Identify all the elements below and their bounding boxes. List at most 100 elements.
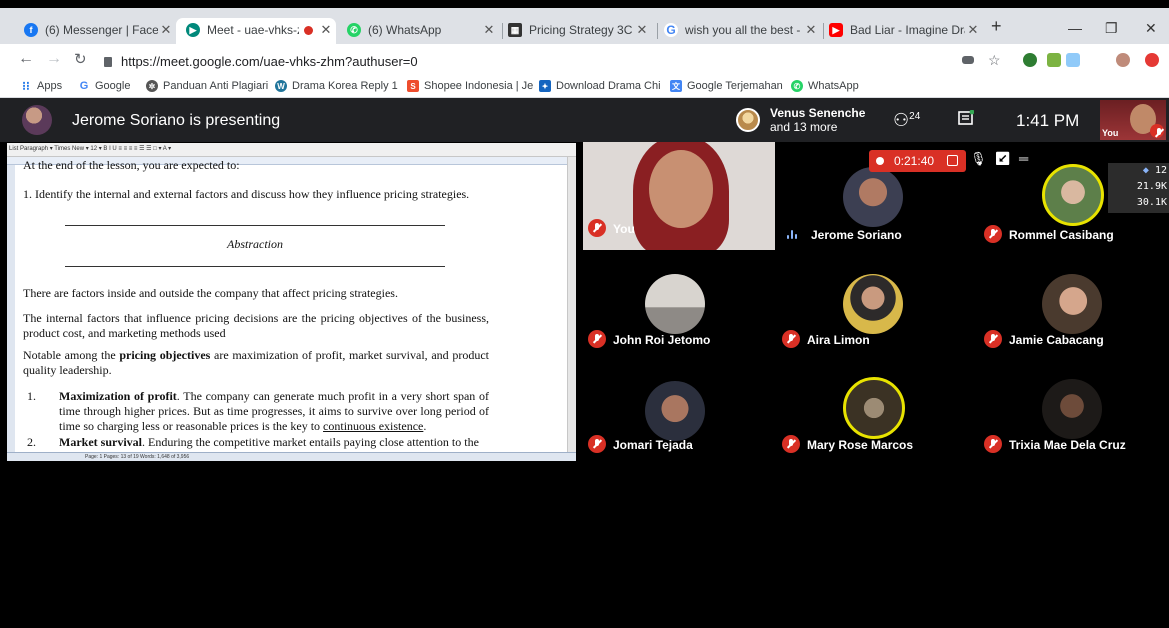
bookmark-google[interactable]: G Google xyxy=(78,80,130,92)
self-view-thumbnail[interactable]: You xyxy=(1100,100,1166,140)
docs-extension-icon[interactable] xyxy=(1066,53,1080,67)
minimize-icon[interactable]: — xyxy=(1068,20,1082,36)
record-dot-icon xyxy=(876,157,884,165)
close-tab-icon[interactable]: ✕ xyxy=(965,22,981,38)
tab-whatsapp[interactable]: ✆ (6) WhatsApp ✕ xyxy=(347,19,497,41)
participant-tile-john[interactable]: John Roi Jetomo xyxy=(583,250,771,355)
participant-name: Aira Limon xyxy=(807,333,870,347)
participant-name: Jomari Tejada xyxy=(613,438,693,452)
text-run-bold: pricing objectives xyxy=(119,348,211,362)
presenter-avatar xyxy=(22,105,52,135)
tab-title: Pricing Strategy 3C 3C xyxy=(529,23,634,37)
browser-toolbar: ← → ↻ https://meet.google.com/uae-vhks-z… xyxy=(0,44,1169,76)
muted-mic-icon xyxy=(782,330,800,348)
participant-name: Mary Rose Marcos xyxy=(807,438,914,452)
doc-section-heading: Abstraction xyxy=(227,237,283,251)
bookmark-plagiarism[interactable]: ✲ Panduan Anti Plagiari xyxy=(146,80,268,92)
extension-icon[interactable] xyxy=(1023,53,1037,67)
recording-timer: 0:21:40 xyxy=(894,154,935,168)
participant-tile-trixia[interactable]: Trixia Mae Dela Cruz xyxy=(979,355,1167,460)
text-run: . Enduring the competitive market entail… xyxy=(142,435,479,449)
facebook-icon: f xyxy=(24,23,38,37)
bookmark-download-drama[interactable]: ✦ Download Drama Chi xyxy=(539,80,661,92)
speaking-indicator-icon xyxy=(787,229,799,239)
people-button[interactable]: ⚇24 xyxy=(893,110,920,131)
back-icon[interactable]: ← xyxy=(18,50,34,68)
star-icon[interactable]: ☆ xyxy=(988,52,1001,69)
others-count: and 13 more xyxy=(770,120,838,134)
close-tab-icon[interactable]: ✕ xyxy=(481,22,497,38)
muted-mic-icon xyxy=(588,435,606,453)
bookmark-shopee[interactable]: S Shopee Indonesia | Je xyxy=(407,80,533,92)
bookmark-label: Shopee Indonesia | Je xyxy=(424,80,534,92)
doc-line-top: At the end of the lesson, you are expect… xyxy=(23,158,240,172)
close-tab-icon[interactable]: ✕ xyxy=(634,22,650,38)
participant-avatar xyxy=(843,377,905,439)
meet-header-bar: Jerome Soriano is presenting Venus Senen… xyxy=(0,98,1169,142)
tab-title: Meet - uae-vhks-z xyxy=(207,23,299,37)
document-page: At the end of the lesson, you are expect… xyxy=(23,158,563,452)
participant-name: Rommel Casibang xyxy=(1009,228,1114,242)
bookmark-label: Google xyxy=(95,80,131,92)
net-stat-value: 30.1K xyxy=(1136,197,1167,208)
recording-indicator[interactable]: 0:21:40 xyxy=(869,150,966,172)
network-stats-overlay: ◆ 12 21.9K 30.1K xyxy=(1108,163,1169,213)
collapse-arrow-icon[interactable]: ↙ xyxy=(995,151,1020,166)
text-run: Notable among the xyxy=(23,348,120,362)
restore-icon[interactable]: ❐ xyxy=(1105,20,1118,37)
tab-title: Bad Liar - Imagine Drag xyxy=(850,23,965,37)
participant-tile-aira[interactable]: Aira Limon xyxy=(777,250,965,355)
google-icon: G xyxy=(78,80,90,92)
drama-icon: ✦ xyxy=(539,80,551,92)
recording-tools: 🎙↙═ xyxy=(970,151,1036,167)
tab-meet[interactable]: ▶ Meet - uae-vhks-z ✕ xyxy=(186,19,334,41)
net-stat-value: 21.9K xyxy=(1136,181,1167,192)
muted-mic-icon xyxy=(984,330,1002,348)
tab-google-search[interactable]: G wish you all the best - ✕ xyxy=(664,19,819,41)
muted-mic-icon xyxy=(782,435,800,453)
address-bar[interactable]: https://meet.google.com/uae-vhks-zhm?aut… xyxy=(104,50,418,72)
bookmark-apps[interactable]: ⁝⁝ Apps xyxy=(20,79,63,93)
doc-paragraph-2: The internal factors that influence pric… xyxy=(23,311,489,340)
participant-name: Jamie Cabacang xyxy=(1009,333,1104,347)
participant-tile-mary-rose[interactable]: Mary Rose Marcos xyxy=(777,355,965,460)
doc-objective: 1. Identify the internal and external fa… xyxy=(23,187,470,201)
participant-tile-jomari[interactable]: Jomari Tejada xyxy=(583,355,771,460)
chat-icon[interactable] xyxy=(958,110,974,126)
extension-badge-icon[interactable] xyxy=(1047,53,1061,67)
close-tab-icon[interactable]: ✕ xyxy=(158,22,174,38)
meeting-clock: 1:41 PM xyxy=(1016,111,1080,130)
close-tab-icon[interactable]: ✕ xyxy=(803,22,819,38)
tab-pricing-strategy[interactable]: ▦ Pricing Strategy 3C 3C ✕ xyxy=(508,19,650,41)
slides-icon: ▦ xyxy=(508,23,522,37)
people-count: 24 xyxy=(909,111,921,122)
muted-mic-icon xyxy=(984,435,1002,453)
stop-recording-icon[interactable] xyxy=(947,155,958,166)
participant-avatar xyxy=(645,274,705,334)
bookmark-whatsapp[interactable]: ✆ WhatsApp xyxy=(791,80,859,92)
close-tab-icon[interactable]: ✕ xyxy=(318,22,334,38)
net-stat: ◆ 12 xyxy=(1108,163,1167,179)
close-window-icon[interactable]: ✕ xyxy=(1145,20,1157,37)
bookmark-label: WhatsApp xyxy=(808,80,859,92)
reload-icon[interactable]: ↻ xyxy=(74,50,87,68)
bookmark-label: Apps xyxy=(37,80,63,92)
doc-list-item-1: 1. Maximization of profit. The company c… xyxy=(25,389,489,434)
participant-tile-you[interactable]: You xyxy=(583,142,775,250)
microphone-icon[interactable]: 🎙 xyxy=(970,151,995,166)
url-text: https://meet.google.com/uae-vhks-zhm?aut… xyxy=(121,53,418,69)
tab-messenger[interactable]: f (6) Messenger | Facebo ✕ xyxy=(24,19,174,41)
tab-youtube[interactable]: ▶ Bad Liar - Imagine Drag ✕ xyxy=(829,19,981,41)
opera-icon[interactable] xyxy=(1145,53,1159,67)
bookmark-drama-korea[interactable]: W Drama Korea Reply 1 xyxy=(275,80,398,92)
forward-icon[interactable]: → xyxy=(46,50,62,68)
camera-icon[interactable] xyxy=(962,56,974,64)
profile-avatar[interactable] xyxy=(1116,53,1130,67)
participant-tile-jamie[interactable]: Jamie Cabacang xyxy=(979,250,1167,355)
tab-title: (6) WhatsApp xyxy=(368,23,442,37)
lock-icon xyxy=(104,57,112,67)
menu-icon[interactable]: ═ xyxy=(1019,151,1036,166)
bookmark-google-translate[interactable]: 文 Google Terjemahan xyxy=(670,80,783,92)
new-tab-icon[interactable]: + xyxy=(991,16,1002,37)
self-view-label: You xyxy=(1102,128,1119,138)
